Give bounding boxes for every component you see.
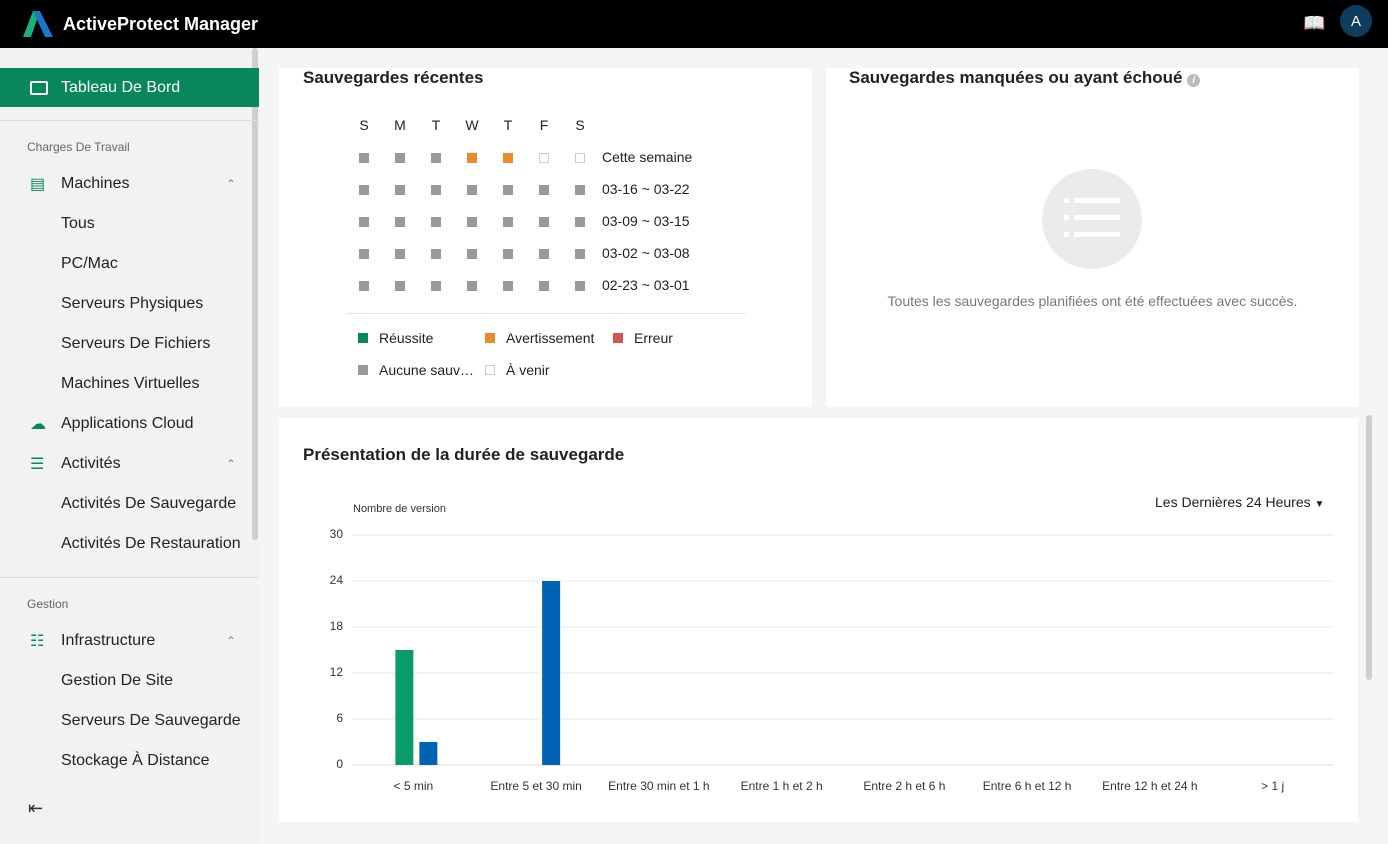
x-tick-label: Entre 5 et 30 min	[490, 779, 582, 793]
y-tick-label: 18	[329, 619, 343, 633]
y-tick-label: 24	[329, 573, 343, 587]
bar	[419, 742, 438, 765]
x-tick-label: Entre 30 min et 1 h	[608, 779, 710, 793]
bar	[542, 581, 561, 765]
x-tick-label: Entre 2 h et 6 h	[863, 779, 946, 793]
duration-chart	[352, 534, 1334, 766]
y-tick-label: 0	[336, 757, 343, 771]
x-tick-label: > 1 j	[1261, 779, 1285, 793]
x-tick-label: < 5 min	[393, 779, 434, 793]
x-tick-label: Entre 12 h et 24 h	[1102, 779, 1198, 793]
x-tick-label: Entre 6 h et 12 h	[982, 779, 1072, 793]
y-tick-label: 12	[329, 665, 343, 679]
y-tick-label: 30	[329, 527, 343, 541]
content-scrollbar[interactable]	[1366, 415, 1372, 680]
bar	[395, 650, 414, 765]
y-tick-label: 6	[336, 711, 343, 725]
x-tick-label: Entre 1 h et 2 h	[740, 779, 823, 793]
